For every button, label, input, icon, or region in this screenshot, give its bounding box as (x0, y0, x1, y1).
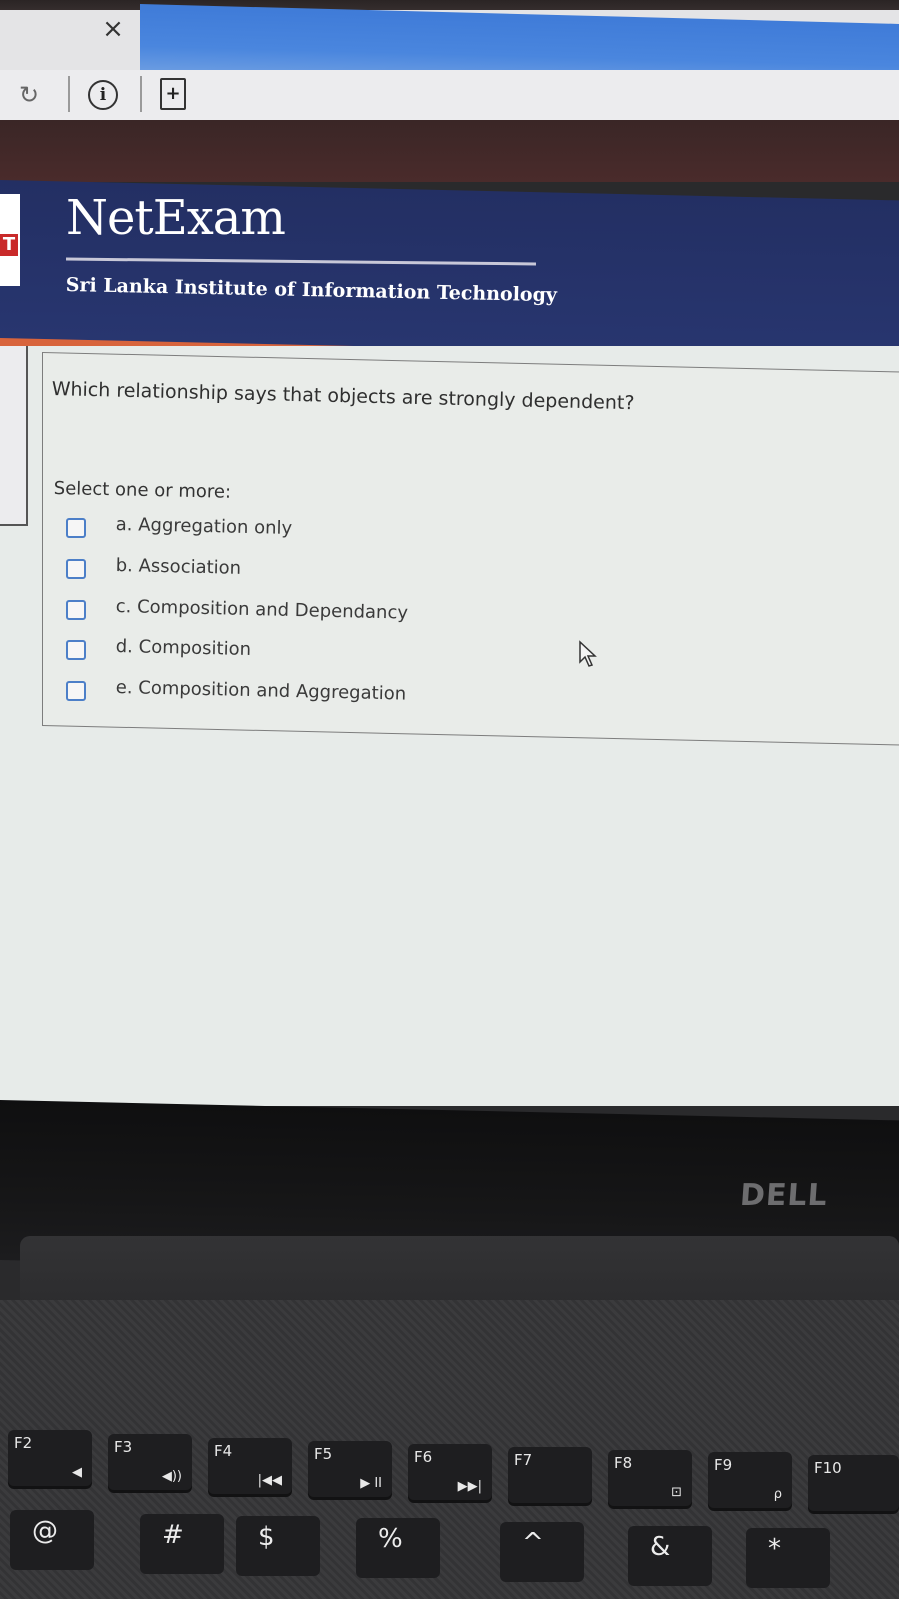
institute-logo-letter: T (0, 234, 18, 256)
select-instruction: Select one or more: (53, 478, 232, 503)
key-asterisk[interactable]: * (746, 1528, 830, 1588)
question-info-panel (0, 346, 28, 526)
answer-option-a[interactable]: a. Aggregation only (66, 514, 486, 544)
key-f8[interactable]: F8 ⊡ (608, 1450, 692, 1506)
volume-mute-icon: ◀ (72, 1465, 82, 1480)
key-symbol: @ (32, 1516, 58, 1546)
key-label: F3 (114, 1438, 133, 1456)
browser-toolbar (0, 70, 899, 122)
checkbox[interactable] (66, 559, 86, 579)
key-symbol: ^ (522, 1528, 544, 1558)
key-at[interactable]: @ (10, 1510, 94, 1570)
key-label: F6 (414, 1448, 433, 1466)
play-pause-icon: ▶ II (360, 1476, 382, 1491)
key-label: F5 (314, 1445, 333, 1463)
toolbar-divider (68, 76, 70, 112)
answer-option-d[interactable]: d. Composition (66, 636, 486, 666)
key-hash[interactable]: # (140, 1514, 224, 1574)
key-ampersand[interactable]: & (628, 1526, 712, 1586)
key-percent[interactable]: % (356, 1518, 440, 1578)
next-track-icon: ▶▶| (457, 1479, 482, 1494)
key-symbol: # (162, 1520, 184, 1550)
key-f6[interactable]: F6 ▶▶| (408, 1444, 492, 1500)
checkbox[interactable] (66, 600, 86, 620)
key-f9[interactable]: F9 ρ (708, 1452, 792, 1508)
close-icon[interactable]: × (100, 16, 126, 42)
checkbox[interactable] (66, 518, 86, 538)
previous-track-icon: |◀◀ (257, 1473, 282, 1488)
checkbox[interactable] (66, 681, 86, 701)
key-label: F9 (714, 1456, 733, 1474)
key-label: F7 (514, 1451, 533, 1469)
key-f2[interactable]: F2 ◀ (8, 1430, 92, 1486)
answer-option-c[interactable]: c. Composition and Dependancy (66, 596, 486, 626)
checkbox[interactable] (66, 640, 86, 660)
key-caret[interactable]: ^ (500, 1522, 584, 1582)
mouse-cursor-icon (579, 640, 597, 667)
option-label[interactable]: d. Composition (116, 636, 252, 660)
info-icon[interactable]: i (88, 80, 118, 110)
key-f5[interactable]: F5 ▶ II (308, 1441, 392, 1497)
answer-option-b[interactable]: b. Association (66, 555, 486, 585)
key-symbol: * (768, 1534, 781, 1564)
key-f4[interactable]: F4 |◀◀ (208, 1438, 292, 1494)
key-symbol: $ (258, 1522, 275, 1552)
site-title[interactable]: NetExam (66, 190, 286, 246)
key-f3[interactable]: F3 ◀)) (108, 1434, 192, 1490)
display-switch-icon: ⊡ (671, 1485, 682, 1500)
volume-up-icon: ◀)) (161, 1469, 182, 1484)
reload-icon[interactable]: ↻ (16, 82, 42, 108)
key-f10[interactable]: F10 (808, 1455, 899, 1511)
key-dollar[interactable]: $ (236, 1516, 320, 1576)
page-top-strip (0, 120, 899, 182)
page-icon[interactable]: + (160, 78, 186, 110)
key-label: F2 (14, 1434, 33, 1452)
search-icon: ρ (773, 1487, 782, 1502)
option-label[interactable]: c. Composition and Dependancy (116, 596, 409, 624)
key-label: F10 (814, 1459, 842, 1477)
option-label[interactable]: b. Association (116, 555, 242, 579)
dell-logo: DELL (738, 1178, 829, 1213)
answer-option-e[interactable]: e. Composition and Aggregation (66, 677, 486, 707)
option-label[interactable]: e. Composition and Aggregation (116, 677, 407, 705)
option-label[interactable]: a. Aggregation only (116, 514, 293, 539)
key-label: F8 (614, 1454, 633, 1472)
key-symbol: & (650, 1532, 671, 1562)
key-f7[interactable]: F7 (508, 1447, 592, 1503)
key-symbol: % (378, 1524, 403, 1554)
key-label: F4 (214, 1442, 233, 1460)
toolbar-divider (140, 76, 142, 112)
